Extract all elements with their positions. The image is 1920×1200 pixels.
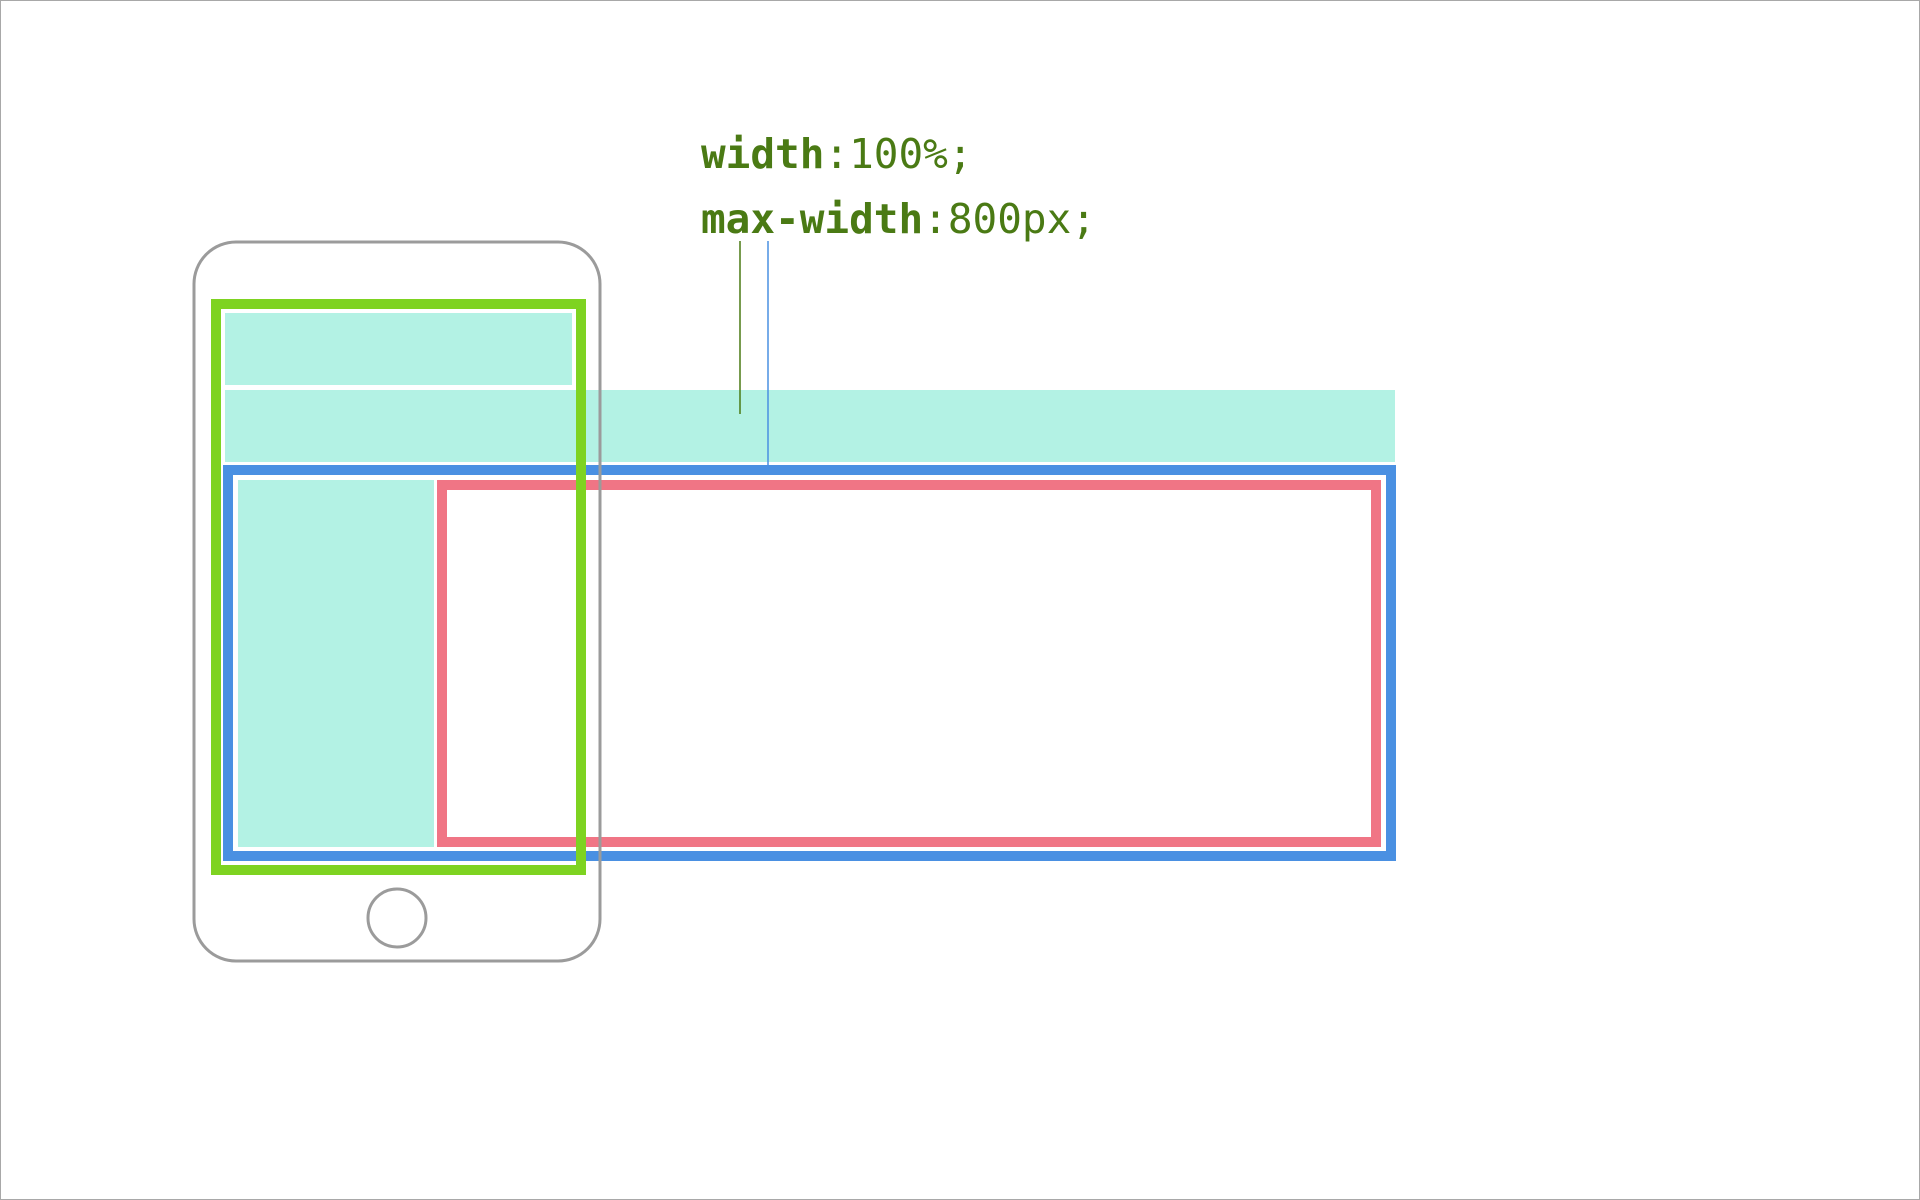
home-button-icon — [366, 887, 428, 949]
width-separator: : — [824, 130, 850, 178]
mobile-header-block — [225, 313, 572, 385]
width-property: width — [701, 130, 825, 178]
max-width-declaration: max-width:800px; — [701, 199, 1096, 240]
max-width-property: max-width — [701, 195, 924, 243]
layout-diagram — [192, 240, 1396, 963]
max-width-separator: : — [923, 195, 948, 243]
diagram-canvas: width:100%; max-width:800px; — [0, 0, 1920, 1200]
header-band-wide — [225, 390, 1395, 462]
width-declaration: width:100%; — [701, 134, 973, 175]
sidebar-block — [238, 480, 434, 847]
width-value: 100%; — [849, 130, 973, 178]
max-width-value: 800px; — [947, 195, 1096, 243]
